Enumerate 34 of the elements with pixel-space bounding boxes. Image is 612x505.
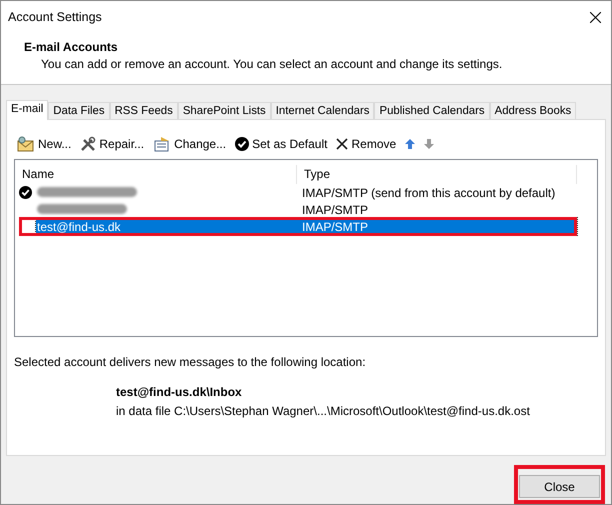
settings-sheet-icon — [153, 136, 172, 152]
toolbar-button[interactable]: Set as Default — [235, 137, 328, 151]
account-type: IMAP/SMTP (send from this account by default) — [302, 186, 556, 200]
close-icon[interactable] — [590, 12, 601, 22]
x-icon — [336, 138, 348, 150]
mail-icon — [17, 136, 35, 152]
tab[interactable]: RSS Feeds — [110, 102, 178, 119]
toolbar-button[interactable]: Change... — [153, 136, 226, 152]
account-name: test@find-us.dk — [37, 220, 121, 234]
toolbar-button[interactable]: Repair... — [80, 136, 144, 152]
account-type: IMAP/SMTP — [302, 202, 368, 216]
data-file-path: in data file C:\Users\Stephan Wagner\...\Microsoft\Outlook\test@find-us.dk.ost — [116, 404, 531, 418]
tab[interactable]: Internet Calendars — [270, 102, 374, 119]
account-row[interactable]: IMAP/SMTP — [36, 201, 577, 218]
toolbar-button[interactable]: Remove — [336, 137, 396, 151]
tab[interactable]: Published Calendars — [374, 102, 490, 119]
tab[interactable]: E-mail — [6, 100, 48, 120]
section-description: You can add or remove an account. You can select an account and change its settings. — [41, 57, 504, 71]
tab[interactable]: Data Files — [48, 102, 110, 119]
column-header[interactable]: Type — [297, 165, 577, 184]
window-title: Account Settings — [8, 10, 102, 24]
delivery-label: Selected account delivers new messages to the following location: — [14, 355, 367, 369]
tab[interactable]: SharePoint Lists — [178, 102, 271, 119]
checkmark-icon — [235, 137, 250, 151]
up-arrow-icon[interactable] — [405, 139, 416, 149]
account-row[interactable]: IMAP/SMTP (send from this account by default) — [36, 184, 577, 201]
account-type: IMAP/SMTP — [302, 220, 368, 234]
column-header[interactable]: Name — [15, 165, 297, 184]
delivery-folder: test@find-us.dk\Inbox — [116, 385, 243, 399]
tools-icon — [80, 136, 96, 152]
close-button[interactable]: Close — [519, 475, 600, 498]
toolbar-button[interactable]: New... — [17, 136, 72, 152]
section-title: E-mail Accounts — [24, 40, 119, 54]
tab[interactable]: Address Books — [490, 102, 576, 119]
